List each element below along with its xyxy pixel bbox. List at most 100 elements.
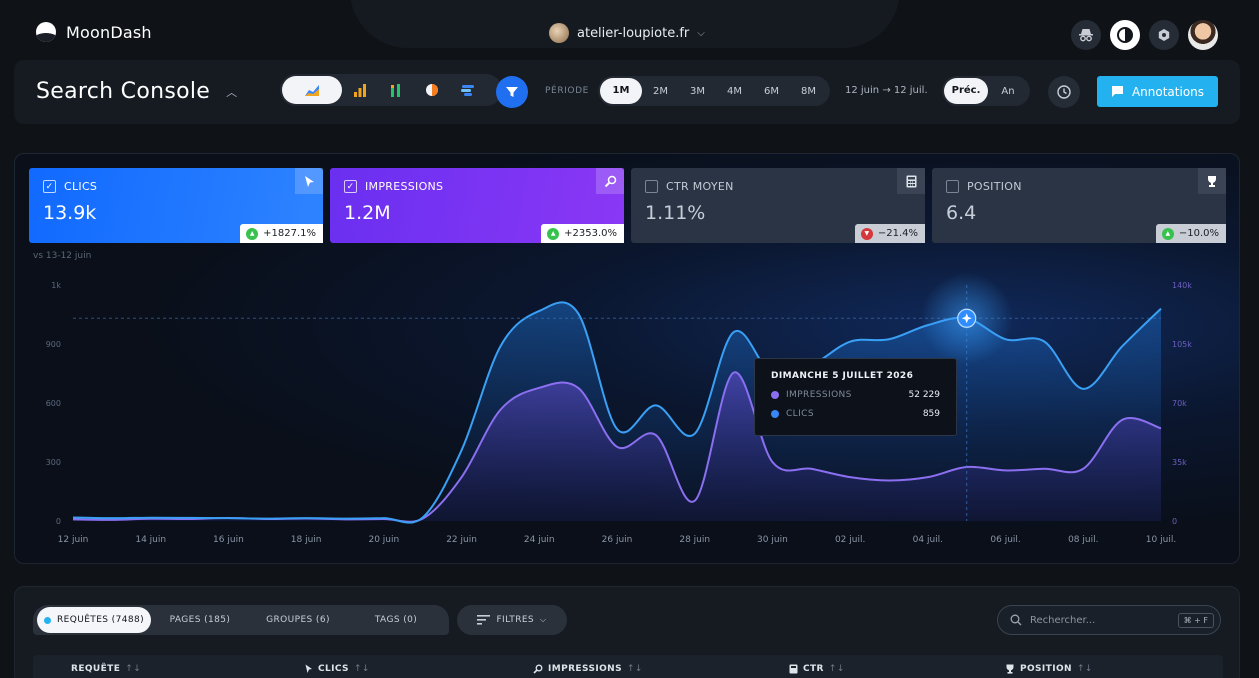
stacked-bar-chart-type-button[interactable] (378, 76, 414, 104)
x-tick-label: 16 juin (213, 535, 244, 545)
impressions-dot-icon (771, 391, 779, 399)
period-4m[interactable]: 4M (716, 86, 753, 97)
y-left-tick-label: 600 (46, 399, 61, 408)
period-label: PÉRIODE (545, 86, 589, 96)
period-8m[interactable]: 8M (790, 86, 827, 97)
chart-tooltip: DIMANCHE 5 JUILLET 2026 IMPRESSIONS 52 2… (754, 358, 957, 436)
search-field[interactable]: Rechercher... ⌘ + F (997, 605, 1221, 635)
sort-icon: ↑↓ (828, 664, 845, 674)
x-tick-label: 14 juin (135, 535, 166, 545)
tab-groups[interactable]: GROUPES (6) (249, 615, 347, 625)
app-name: MoonDash (66, 22, 152, 42)
stream-chart-icon (461, 85, 474, 96)
annotations-label: Annotations (1131, 84, 1205, 99)
sort-icon: ↑↓ (353, 664, 370, 674)
x-tick-label: 24 juin (524, 535, 555, 545)
magnifier-icon (533, 664, 543, 674)
bar-chart-icon (354, 84, 366, 97)
column-label: CLICS (318, 664, 349, 674)
bar-chart-type-button[interactable] (342, 76, 378, 104)
incognito-icon (1079, 29, 1093, 42)
chart-type-switcher (280, 74, 502, 106)
x-tick-label: 02 juil. (835, 535, 865, 545)
user-avatar[interactable] (1188, 20, 1218, 50)
x-tick-label: 26 juin (602, 535, 633, 545)
x-tick-label: 30 juin (757, 535, 788, 545)
pie-chart-type-button[interactable] (414, 76, 450, 104)
compare-previous[interactable]: Préc. (944, 78, 988, 104)
theme-toggle-button[interactable] (1110, 20, 1140, 50)
contrast-icon (1117, 27, 1133, 43)
column-clicks[interactable]: CLICS ↑↓ (305, 664, 370, 674)
calculator-icon (789, 664, 798, 674)
x-tick-label: 18 juin (291, 535, 322, 545)
sort-icon: ↑↓ (125, 664, 142, 674)
compare-year[interactable]: An (988, 86, 1028, 97)
incognito-button[interactable] (1071, 20, 1101, 50)
active-dot-icon (44, 616, 51, 624)
table-panel: REQUÊTES (7488) PAGES (185) GROUPES (6) … (14, 586, 1240, 678)
filters-button[interactable]: FILTRES ⌵ (457, 605, 567, 635)
column-ctr[interactable]: CTR ↑↓ (789, 664, 845, 674)
filters-label: FILTRES (496, 615, 535, 625)
timer-icon (1057, 85, 1071, 99)
chevron-down-icon: ⌵ (540, 615, 547, 624)
tab-tags[interactable]: TAGS (0) (347, 615, 445, 625)
tab-queries[interactable]: REQUÊTES (7488) (37, 607, 151, 633)
filter-button[interactable] (496, 76, 528, 108)
cursor-icon (305, 664, 312, 673)
page-title-selector[interactable]: Search Console ︿ (36, 79, 237, 104)
settings-button[interactable] (1149, 20, 1179, 50)
funnel-icon (506, 87, 518, 97)
site-selector[interactable]: atelier-loupiote.fr ⌵ (549, 23, 705, 43)
y-left-tick-label: 300 (46, 458, 61, 467)
search-shortcut: ⌘ + F (1177, 612, 1214, 628)
stream-chart-type-button[interactable] (450, 76, 486, 104)
annotations-button[interactable]: Annotations (1097, 76, 1218, 107)
tab-pages[interactable]: PAGES (185) (151, 615, 249, 625)
y-left-tick-label: 1k (51, 281, 61, 290)
history-button[interactable] (1048, 76, 1080, 108)
sort-icon: ↑↓ (626, 664, 643, 674)
filter-lines-icon (477, 615, 491, 625)
area-chart-type-button[interactable] (282, 76, 342, 104)
period-2m[interactable]: 2M (642, 86, 679, 97)
pie-chart-icon (426, 84, 438, 96)
app-logo[interactable]: MoonDash (36, 22, 152, 42)
x-tick-label: 28 juin (679, 535, 710, 545)
y-right-tick-label: 0 (1172, 517, 1177, 526)
chevron-up-icon: ︿ (226, 85, 238, 99)
clicks-dot-icon (771, 410, 779, 418)
x-tick-label: 12 juin (58, 535, 89, 545)
x-tick-label: 10 juil. (1146, 535, 1176, 545)
column-position[interactable]: POSITION ↑↓ (1005, 664, 1093, 674)
search-placeholder: Rechercher... (1030, 614, 1096, 626)
area-chart-icon (305, 85, 319, 96)
period-1m[interactable]: 1M (600, 78, 642, 104)
tooltip-value: 859 (922, 409, 940, 419)
tooltip-date: DIMANCHE 5 JUILLET 2026 (771, 371, 914, 381)
traffic-area-chart[interactable]: 0 300 600 900 1k 0 35k 70k 105k 140k 12 juin 14 jui… (15, 154, 1240, 564)
y-right-tick-label: 105k (1172, 340, 1192, 349)
table-tabs: REQUÊTES (7488) PAGES (185) GROUPES (6) … (33, 605, 449, 635)
x-tick-label: 20 juin (368, 535, 399, 545)
sort-icon: ↑↓ (1076, 664, 1093, 674)
y-right-tick-label: 140k (1172, 281, 1192, 290)
column-query[interactable]: REQUÊTE ↑↓ (71, 664, 141, 674)
table-header: REQUÊTE ↑↓ CLICS ↑↓ IMPRESSIONS ↑↓ CTR ↑↓ PO… (33, 655, 1223, 678)
x-tick-label: 06 juil. (990, 535, 1020, 545)
column-label: IMPRESSIONS (548, 664, 622, 674)
x-tick-label: 22 juin (446, 535, 477, 545)
stacked-bar-icon (391, 84, 400, 97)
compare-selector: Préc. An (942, 76, 1030, 106)
tab-label: REQUÊTES (7488) (57, 615, 144, 625)
y-left-tick-label: 0 (56, 517, 61, 526)
y-right-tick-label: 35k (1172, 458, 1187, 467)
period-3m[interactable]: 3M (679, 86, 716, 97)
tooltip-label: IMPRESSIONS (786, 390, 852, 400)
period-6m[interactable]: 6M (753, 86, 790, 97)
column-impressions[interactable]: IMPRESSIONS ↑↓ (533, 664, 643, 674)
comment-icon (1111, 86, 1123, 97)
y-right-tick-label: 70k (1172, 399, 1187, 408)
date-range: 12 juin → 12 juil. (845, 85, 928, 96)
